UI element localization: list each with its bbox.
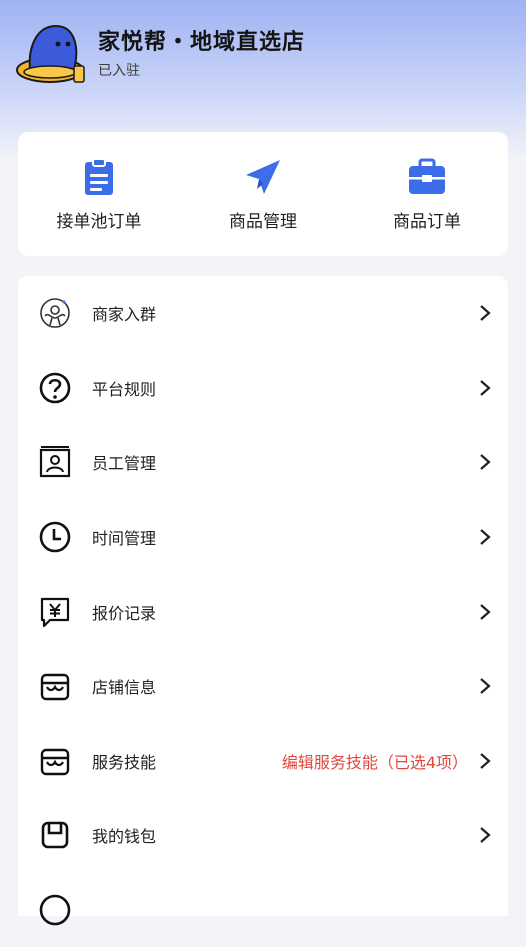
menu-item-label: 店铺信息 bbox=[92, 678, 157, 698]
menu-item-quote-records[interactable]: 报价记录 bbox=[18, 574, 508, 649]
menu-item-label: 服务技能 bbox=[92, 752, 157, 772]
quick-action-product-management[interactable]: 商品管理 bbox=[188, 157, 338, 232]
menu-item-merchant-group[interactable]: 商家入群 bbox=[18, 276, 508, 351]
quick-action-label: 商品订单 bbox=[393, 211, 461, 232]
wallet-icon bbox=[41, 822, 69, 849]
chevron-right-icon bbox=[480, 380, 491, 396]
menu-item-time-management[interactable]: 时间管理 bbox=[18, 500, 508, 575]
quick-action-label: 接单池订单 bbox=[56, 211, 142, 232]
menu-item-label: 我的钱包 bbox=[92, 827, 157, 847]
briefcase-icon bbox=[409, 158, 445, 194]
menu-item-label: 员工管理 bbox=[92, 454, 157, 474]
chevron-right-icon bbox=[480, 603, 491, 620]
chevron-right-icon bbox=[480, 678, 491, 695]
menu-item-service-skills[interactable]: 服务技能 编辑服务技能（已选4项） bbox=[18, 724, 508, 799]
clock-icon bbox=[39, 521, 71, 553]
menu-item-store-info[interactable]: 店铺信息 bbox=[18, 649, 508, 724]
shop-header: 家悦帮・地域直选店 已入驻 bbox=[16, 16, 496, 92]
chevron-right-icon bbox=[480, 753, 491, 769]
quick-action-label: 商品管理 bbox=[229, 211, 297, 232]
menu-item-label: 时间管理 bbox=[92, 529, 157, 549]
chevron-right-icon bbox=[480, 454, 491, 471]
menu-item-partial[interactable] bbox=[18, 873, 508, 947]
store-icon bbox=[40, 674, 70, 701]
menu-item-label: 报价记录 bbox=[92, 603, 157, 623]
menu-item-platform-rules[interactable]: 平台规则 bbox=[18, 351, 508, 426]
chevron-right-icon bbox=[480, 305, 491, 322]
quick-action-order-pool[interactable]: 接单池订单 bbox=[24, 157, 174, 232]
menu-item-my-wallet[interactable]: 我的钱包 bbox=[18, 798, 508, 873]
circle-icon bbox=[39, 894, 71, 926]
quick-action-product-orders[interactable]: 商品订单 bbox=[352, 157, 502, 232]
service-skills-hint[interactable]: 编辑服务技能（已选4项） bbox=[282, 749, 468, 773]
avatar[interactable] bbox=[16, 18, 88, 90]
store-icon bbox=[40, 748, 70, 776]
clipboard-icon bbox=[85, 157, 113, 195]
menu-list: 商家入群 平台规则 员工管理 时间管理 报价记录 店铺信息 服务技能 编辑服务技… bbox=[18, 276, 508, 926]
menu-item-label: 平台规则 bbox=[92, 379, 157, 399]
employee-icon bbox=[39, 446, 71, 478]
shop-status: 已入驻 bbox=[98, 63, 140, 79]
paper-plane-icon bbox=[246, 159, 280, 194]
quote-yen-icon bbox=[40, 597, 70, 627]
quick-actions-card: 接单池订单 商品管理 商品订单 bbox=[18, 132, 508, 256]
shop-name: 家悦帮・地域直选店 bbox=[98, 30, 306, 55]
chevron-right-icon bbox=[480, 529, 491, 545]
mascot-icon bbox=[16, 24, 85, 83]
menu-item-label: 商家入群 bbox=[92, 305, 157, 325]
chevron-right-icon bbox=[480, 827, 491, 844]
merchant-group-icon bbox=[40, 298, 70, 329]
question-icon bbox=[39, 372, 71, 404]
menu-item-employee-management[interactable]: 员工管理 bbox=[18, 425, 508, 500]
